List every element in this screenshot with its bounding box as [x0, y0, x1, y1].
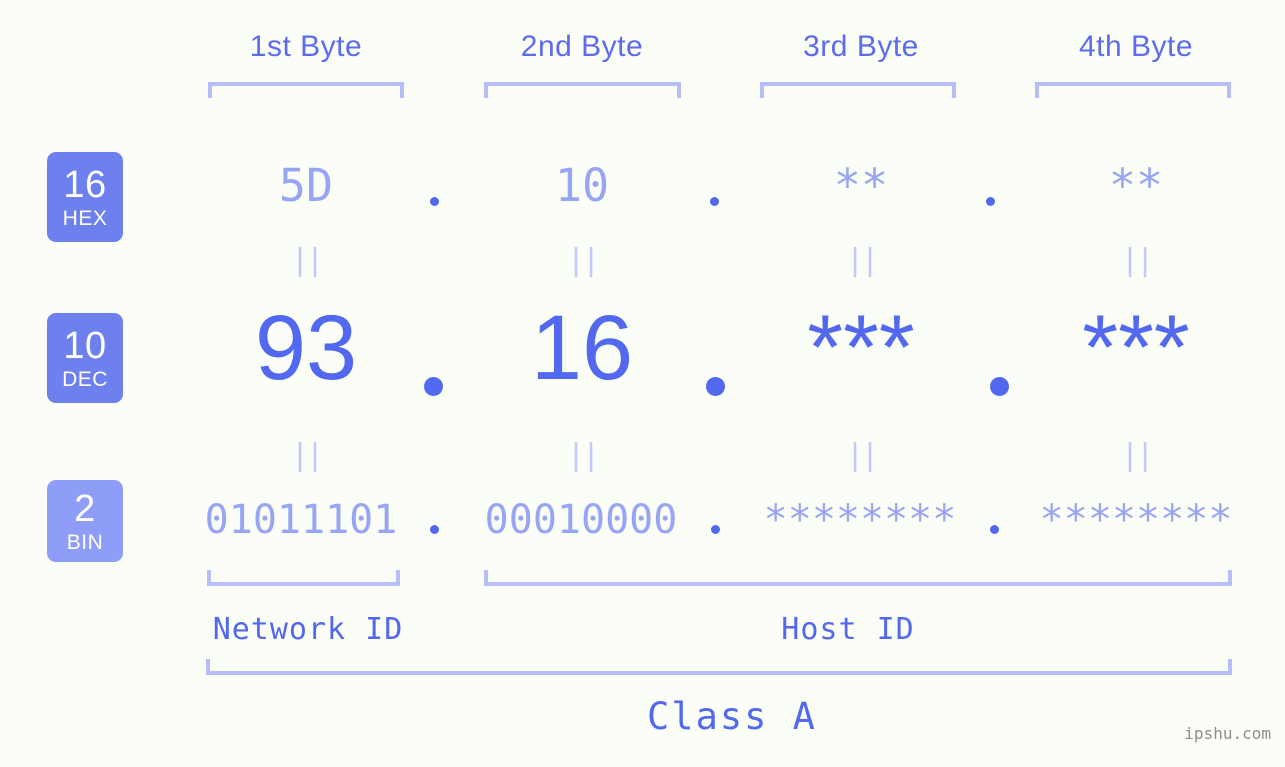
base-badge-hex: 16 HEX — [47, 152, 123, 242]
dec-separator-dot-1 — [424, 377, 443, 396]
dec-separator-dot-2 — [706, 377, 725, 396]
base-badge-bin-label: BIN — [66, 530, 104, 554]
network-id-label: Network ID — [212, 612, 404, 647]
equals-marker-hexdec-3: || — [845, 243, 879, 278]
host-id-bracket — [484, 570, 1232, 586]
hex-separator-dot-3 — [986, 197, 995, 206]
base-badge-dec-label: DEC — [62, 367, 108, 391]
hex-byte-2: 10 — [554, 159, 610, 212]
host-id-label: Host ID — [781, 612, 915, 647]
hex-separator-dot-1 — [430, 197, 439, 206]
equals-marker-decbin-3: || — [845, 438, 879, 473]
dec-byte-1: 93 — [254, 297, 358, 399]
dec-byte-2: 16 — [530, 297, 634, 399]
byte-bracket-top-2 — [484, 82, 681, 98]
bin-byte-4: ******** — [1039, 497, 1233, 543]
bin-byte-1: 01011101 — [204, 497, 398, 543]
bin-separator-dot-3 — [990, 525, 999, 534]
byte-header-1: 1st Byte — [249, 30, 363, 63]
base-badge-hex-number: 16 — [63, 163, 107, 206]
hex-byte-3: ** — [833, 159, 889, 212]
ip-byte-breakdown-diagram: 1st Byte 2nd Byte 3rd Byte 4th Byte 16 H… — [0, 0, 1285, 767]
class-label: Class A — [647, 695, 817, 738]
byte-bracket-top-4 — [1035, 82, 1231, 98]
base-badge-dec-number: 10 — [63, 324, 107, 367]
bin-separator-dot-2 — [711, 525, 720, 534]
hex-byte-4: ** — [1108, 159, 1164, 212]
base-badge-dec: 10 DEC — [47, 313, 123, 403]
hex-separator-dot-2 — [710, 197, 719, 206]
base-badge-hex-label: HEX — [62, 206, 108, 230]
byte-header-2: 2nd Byte — [520, 30, 644, 63]
equals-marker-decbin-2: || — [566, 438, 600, 473]
site-watermark: ipshu.com — [1184, 724, 1271, 743]
equals-marker-hexdec-4: || — [1120, 243, 1154, 278]
byte-header-3: 3rd Byte — [803, 30, 919, 63]
equals-marker-decbin-4: || — [1120, 438, 1154, 473]
equals-marker-decbin-1: || — [290, 438, 324, 473]
byte-bracket-top-1 — [208, 82, 404, 98]
bin-byte-3: ******** — [763, 497, 957, 543]
equals-marker-hexdec-1: || — [290, 243, 324, 278]
dec-byte-3: *** — [807, 297, 915, 399]
class-bracket — [206, 659, 1232, 675]
byte-header-4: 4th Byte — [1078, 30, 1194, 63]
base-badge-bin: 2 BIN — [47, 480, 123, 562]
hex-byte-1: 5D — [278, 159, 334, 212]
bin-separator-dot-1 — [430, 525, 439, 534]
base-badge-bin-number: 2 — [74, 487, 96, 530]
network-id-bracket — [207, 570, 400, 586]
equals-marker-hexdec-2: || — [566, 243, 600, 278]
dec-byte-4: *** — [1082, 297, 1190, 399]
bin-byte-2: 00010000 — [484, 497, 678, 543]
byte-bracket-top-3 — [760, 82, 956, 98]
